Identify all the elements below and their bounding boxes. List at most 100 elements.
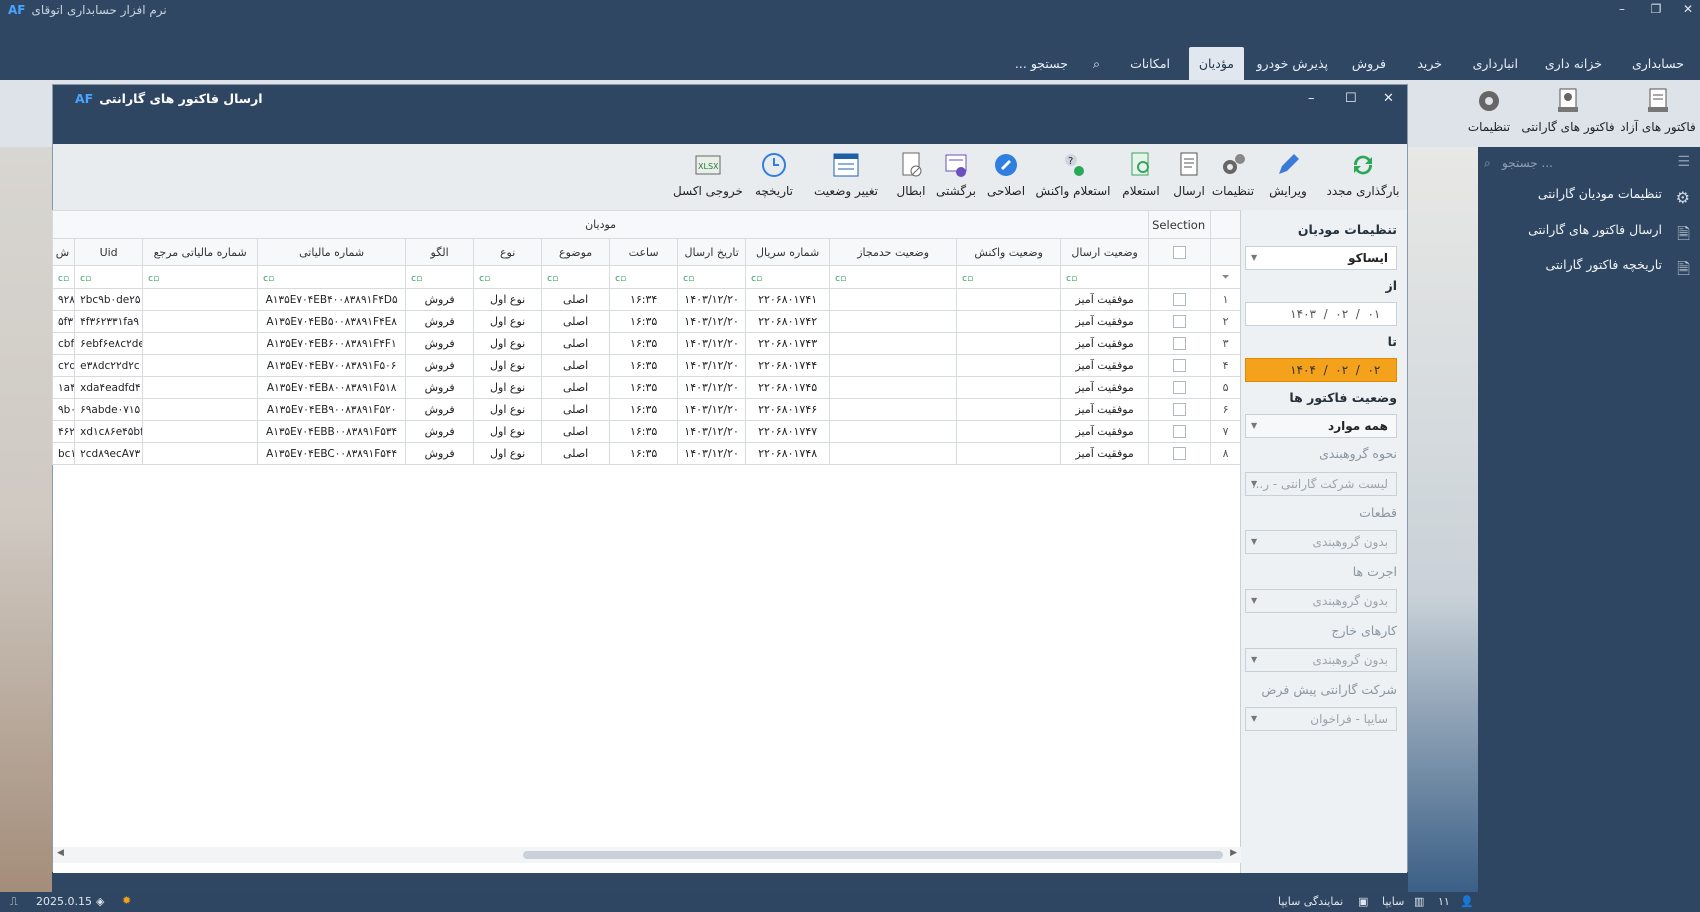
dialog-minimize-icon[interactable]: – <box>1308 91 1315 106</box>
filter-cell[interactable]: ▫c <box>541 265 611 289</box>
settings-button[interactable]: تنظیمات <box>1462 86 1516 144</box>
col-pattern[interactable]: الگو <box>405 238 475 266</box>
row-checkbox[interactable] <box>1148 288 1212 311</box>
row-checkbox-box[interactable] <box>1173 293 1187 307</box>
filter-cell[interactable]: ▫c <box>745 265 831 289</box>
history-button[interactable]: تاریخچه <box>748 150 800 208</box>
menu-inventory[interactable]: انبارداری <box>1463 47 1528 80</box>
sidebar-item-warranty-settings[interactable]: ⚙ تنظیمات مودیان گارانتی <box>1538 181 1690 207</box>
dialog-close-icon[interactable]: ✕ <box>1383 91 1394 106</box>
sidebar-search[interactable]: ⌕ جستجو ... ☰ <box>1478 151 1700 177</box>
hamburger-menu-icon[interactable]: ☰ <box>1677 154 1690 170</box>
table-row[interactable]: ۵ موفقیت آمیز ۲۲۰۶۸۰۱۷۴۵ ۱۴۰۳/۱۲/۲۰ ۱۶:۳۵ اصل… <box>52 376 1240 399</box>
return-button[interactable]: برگشتی <box>933 150 979 208</box>
filter-cell[interactable]: ▫c <box>1060 265 1150 289</box>
table-row[interactable]: ۸ موفقیت آمیز ۲۲۰۶۸۰۱۷۴۸ ۱۴۰۳/۱۲/۲۰ ۱۶:۳۵ اصل… <box>52 442 1240 465</box>
filter-cell[interactable]: ▫c <box>677 265 747 289</box>
col-time[interactable]: ساعت <box>609 238 679 266</box>
row-checkbox[interactable] <box>1148 310 1212 333</box>
col-serial[interactable]: شماره سریال <box>745 238 831 266</box>
close-icon[interactable]: ✕ <box>1678 2 1698 16</box>
theme-icon[interactable]: ✹ <box>122 894 131 907</box>
company-select[interactable]: ایساکو ▼ <box>1245 246 1397 270</box>
col-send-status[interactable]: وضعیت ارسال <box>1060 238 1150 266</box>
scrollbar-thumb[interactable] <box>523 851 1223 859</box>
table-row[interactable]: ۳ موفقیت آمیز ۲۲۰۶۸۰۱۷۴۳ ۱۴۰۳/۱۲/۲۰ ۱۶:۳۵ اصل… <box>52 332 1240 355</box>
toolbar-settings-button[interactable]: تنظیمات <box>1208 150 1258 208</box>
cancel-invoice-button[interactable]: ابطال <box>891 150 931 208</box>
menu-purchase[interactable]: خرید <box>1407 47 1452 80</box>
menu-search[interactable]: جستجو ... <box>1005 47 1078 80</box>
excel-export-button[interactable]: XLSX خروجی اکسل <box>673 150 743 208</box>
row-checkbox-box[interactable] <box>1173 381 1187 395</box>
col-reference-tax-number[interactable]: شماره مالیاتی مرجع <box>142 238 259 266</box>
menu-vehicle-reception[interactable]: پذیرش خودرو <box>1247 47 1338 80</box>
filter-cell[interactable]: ▫c <box>405 265 475 289</box>
filter-cell[interactable]: ▫c <box>257 265 407 289</box>
change-status-button[interactable]: تغییر وضعیت <box>805 150 887 208</box>
col-uid[interactable]: Uid <box>74 238 144 266</box>
row-checkbox-box[interactable] <box>1173 359 1187 373</box>
select-all-checkbox[interactable] <box>1148 238 1212 266</box>
row-checkbox-box[interactable] <box>1173 403 1187 417</box>
external-select[interactable]: بدون گروهبندی ▼ <box>1245 648 1397 672</box>
filter-cell[interactable]: ▫c <box>52 265 76 289</box>
menu-accounting[interactable]: حسابداری <box>1622 47 1694 80</box>
minimize-icon[interactable]: – <box>1612 2 1632 16</box>
inquiry-button[interactable]: استعلام <box>1116 150 1166 208</box>
from-date-field[interactable]: ۱۴۰۳ / ۰۲ / ۰۱ <box>1245 302 1397 326</box>
table-row[interactable]: ۲ موفقیت آمیز ۲۲۰۶۸۰۱۷۴۲ ۱۴۰۳/۱۲/۲۰ ۱۶:۳۵ اصل… <box>52 310 1240 333</box>
menu-moadian[interactable]: مؤدیان <box>1188 47 1244 80</box>
row-checkbox-box[interactable] <box>1173 337 1187 351</box>
filter-funnel-icon[interactable]: ⏷ <box>1210 265 1240 289</box>
col-subject[interactable]: موضوع <box>541 238 611 266</box>
filter-cell[interactable]: ▫c <box>829 265 958 289</box>
table-row[interactable]: ۷ موفقیت آمیز ۲۲۰۶۸۰۱۷۴۷ ۱۴۰۳/۱۲/۲۰ ۱۶:۳۵ اصل… <box>52 420 1240 443</box>
sidebar-item-send-warranty[interactable]: 🗎 ارسال فاکتور های گارانتی <box>1528 217 1690 243</box>
row-checkbox[interactable] <box>1148 442 1212 465</box>
restore-icon[interactable]: ❐ <box>1646 2 1666 16</box>
row-checkbox[interactable] <box>1148 354 1212 377</box>
horizontal-scrollbar[interactable]: ◀ ▶ <box>53 847 1241 863</box>
row-checkbox-box[interactable] <box>1173 425 1187 439</box>
invoice-status-select[interactable]: همه موارد ▼ <box>1245 414 1397 438</box>
col-type[interactable]: نوع <box>473 238 543 266</box>
scroll-right-icon[interactable]: ▶ <box>1230 848 1237 858</box>
scroll-left-icon[interactable]: ◀ <box>57 848 64 858</box>
reaction-inquiry-button[interactable]: ? استعلام واکنش <box>1033 150 1113 208</box>
row-checkbox-box[interactable] <box>1173 315 1187 329</box>
wages-select[interactable]: بدون گروهبندی ▼ <box>1245 589 1397 613</box>
col-send-date[interactable]: تاریخ ارسال <box>677 238 747 266</box>
free-invoices-button[interactable]: فاکتور های آزاد <box>1620 86 1696 144</box>
table-row[interactable]: ۱ موفقیت آمیز ۲۲۰۶۸۰۱۷۴۱ ۱۴۰۳/۱۲/۲۰ ۱۶:۳۴ اصل… <box>52 288 1240 311</box>
row-checkbox-box[interactable] <box>1173 447 1187 461</box>
reload-button[interactable]: بارگذاری مجدد <box>1323 150 1403 208</box>
row-checkbox[interactable] <box>1148 420 1212 443</box>
to-date-field[interactable]: ۱۴۰۴ / ۰۲ / ۰۲ <box>1245 358 1397 382</box>
table-row[interactable]: ۴ موفقیت آمیز ۲۲۰۶۸۰۱۷۴۴ ۱۴۰۳/۱۲/۲۰ ۱۶:۳۵ اصل… <box>52 354 1240 377</box>
menu-features[interactable]: امکانات <box>1120 47 1180 80</box>
filter-cell[interactable]: ▫c <box>74 265 144 289</box>
row-checkbox[interactable] <box>1148 376 1212 399</box>
row-checkbox[interactable] <box>1148 398 1212 421</box>
filter-cell[interactable]: ▫c <box>609 265 679 289</box>
corrective-button[interactable]: اصلاحی <box>983 150 1029 208</box>
menu-treasury[interactable]: خزانه داری <box>1535 47 1612 80</box>
col-extra[interactable]: ش <box>52 238 76 266</box>
default-company-select[interactable]: سایپا - فراخوان ▼ <box>1245 707 1397 731</box>
parts-select[interactable]: بدون گروهبندی ▼ <box>1245 530 1397 554</box>
col-reaction-status[interactable]: وضعیت واکنش <box>956 238 1062 266</box>
menu-sales[interactable]: فروش <box>1342 47 1396 80</box>
dialog-maximize-icon[interactable]: ☐ <box>1345 91 1357 106</box>
filter-cell[interactable]: ▫c <box>142 265 259 289</box>
menu-search-icon[interactable]: ⌕ <box>1083 47 1110 80</box>
row-checkbox[interactable] <box>1148 332 1212 355</box>
warranty-invoices-button[interactable]: فاکتور های گارانتی <box>1520 86 1616 144</box>
filter-cell[interactable]: ▫c <box>473 265 543 289</box>
sidebar-item-warranty-history[interactable]: 🗎 تاریخچه فاکتور گارانتی <box>1545 252 1690 278</box>
filter-cell[interactable]: ▫c <box>956 265 1062 289</box>
grouping-select[interactable]: لیست شرکت گارانتی - ر... ▼ <box>1245 472 1397 496</box>
col-limit-status[interactable]: وضعیت حدمجاز <box>829 238 958 266</box>
edit-button[interactable]: ویرایش <box>1263 150 1313 208</box>
table-row[interactable]: ۶ موفقیت آمیز ۲۲۰۶۸۰۱۷۴۶ ۱۴۰۳/۱۲/۲۰ ۱۶:۳۵ اصل… <box>52 398 1240 421</box>
